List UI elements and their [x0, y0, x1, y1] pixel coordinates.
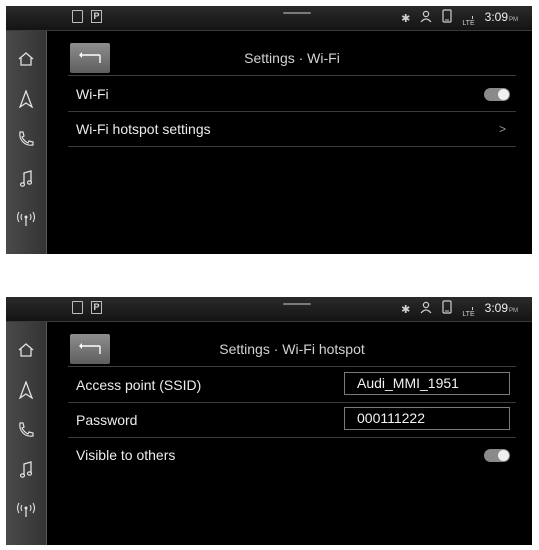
visible-to-others-label: Visible to others [76, 447, 176, 463]
bluetooth-icon: ✱ [401, 12, 411, 25]
phone-icon [442, 300, 452, 319]
ssid-input[interactable]: Audi_MMI_1951 [344, 372, 510, 395]
status-bar: P ✱ LTE 3:09PM [6, 6, 532, 31]
wifi-row[interactable]: Wi-Fi [68, 77, 516, 112]
password-input[interactable]: 000111222 [344, 407, 510, 430]
phone-icon [19, 131, 34, 146]
status-bar: P ✱ LTE 3:09PM [6, 297, 532, 322]
sidebar-item-phone[interactable] [6, 410, 46, 450]
sidebar-item-music[interactable] [6, 450, 46, 490]
user-icon [420, 10, 432, 28]
password-row: Password 000111222 [68, 403, 516, 438]
ssid-label: Access point (SSID) [76, 377, 202, 393]
navigation-icon [19, 90, 33, 108]
sidebar-item-radio[interactable] [6, 199, 46, 239]
home-icon [18, 52, 34, 66]
visible-to-others-toggle[interactable] [484, 449, 510, 462]
wifi-hotspot-settings-label: Wi-Fi hotspot settings [76, 121, 211, 137]
chevron-right-icon: > [498, 122, 506, 136]
radio-icon [16, 211, 36, 226]
lte-signal-icon: LTE [462, 306, 475, 319]
sidebar-item-navigation[interactable] [6, 79, 46, 119]
clock: 3:09PM [484, 10, 518, 24]
wifi-hotspot-settings-screen: P ✱ LTE 3:09PM Settings · Wi-Fi hotspot … [6, 297, 532, 545]
parking-icon: P [91, 301, 102, 314]
ssid-row: Access point (SSID) Audi_MMI_1951 [68, 368, 516, 403]
user-icon [420, 301, 432, 319]
sidebar-item-radio[interactable] [6, 490, 46, 530]
sidebar-item-music[interactable] [6, 159, 46, 199]
music-icon [19, 461, 33, 478]
back-arrow-icon [79, 52, 101, 63]
password-label: Password [76, 412, 138, 428]
header-bar: Settings · Wi-Fi hotspot [68, 334, 516, 367]
sidebar-item-phone[interactable] [6, 119, 46, 159]
lte-signal-icon: LTE [462, 15, 475, 28]
wifi-label: Wi-Fi [76, 86, 109, 102]
back-button[interactable] [70, 334, 110, 364]
status-notch [283, 12, 311, 14]
sidebar [6, 322, 47, 545]
wifi-hotspot-settings-row[interactable]: Wi-Fi hotspot settings > [68, 112, 516, 147]
back-button[interactable] [70, 43, 110, 73]
radio-icon [16, 502, 36, 517]
navigation-icon [19, 381, 33, 399]
clock: 3:09PM [484, 301, 518, 315]
sidebar [6, 31, 47, 254]
visible-to-others-row[interactable]: Visible to others [68, 438, 516, 472]
phone-icon [442, 9, 452, 28]
wifi-settings-screen: P ✱ LTE 3:09PM Settings · Wi-Fi Wi-Fi Wi… [6, 6, 532, 254]
phone-icon [19, 422, 34, 437]
header-bar: Settings · Wi-Fi [68, 43, 516, 76]
bluetooth-icon: ✱ [401, 303, 411, 316]
music-icon [19, 170, 33, 187]
sidebar-item-navigation[interactable] [6, 370, 46, 410]
wifi-toggle[interactable] [484, 88, 510, 101]
back-arrow-icon [79, 343, 101, 354]
sidebar-item-home[interactable] [6, 330, 46, 370]
page-title: Settings · Wi-Fi hotspot [219, 341, 365, 357]
phone-mirror-icon [72, 10, 83, 23]
home-icon [18, 343, 34, 357]
parking-icon: P [91, 10, 102, 23]
status-notch [283, 303, 311, 305]
phone-mirror-icon [72, 301, 83, 314]
page-title: Settings · Wi-Fi [244, 50, 340, 66]
sidebar-item-home[interactable] [6, 39, 46, 79]
